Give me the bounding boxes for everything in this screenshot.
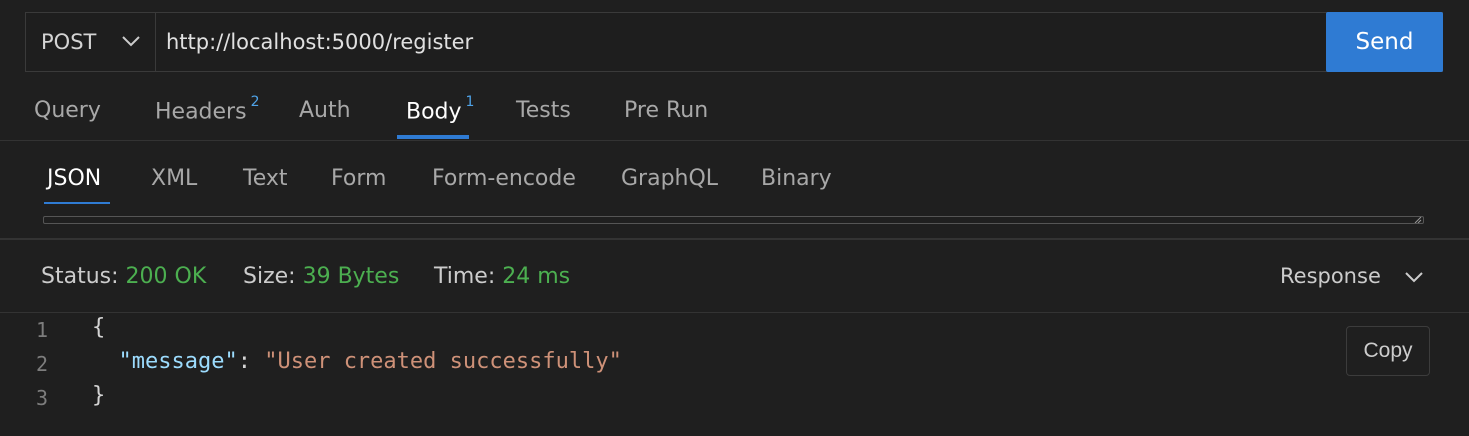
- tab-label: Headers: [155, 99, 247, 125]
- tab-tests[interactable]: Tests: [516, 98, 571, 123]
- subtab-form-encode[interactable]: Form-encode: [432, 166, 576, 191]
- json-string-value: "User created successfully": [264, 349, 622, 374]
- code-line: }: [92, 383, 105, 408]
- time-value: 24 ms: [502, 264, 571, 289]
- subtab-text[interactable]: Text: [243, 166, 288, 191]
- json-brace: }: [92, 383, 106, 408]
- status-stat: Status: 200 OK: [41, 264, 206, 289]
- subtab-xml[interactable]: XML: [151, 166, 197, 191]
- tab-auth[interactable]: Auth: [299, 98, 351, 123]
- tab-pre-run[interactable]: Pre Run: [624, 98, 708, 123]
- active-subtab-indicator: [44, 202, 110, 204]
- json-brace: {: [92, 315, 106, 340]
- size-label: Size:: [243, 264, 296, 289]
- tab-label: Body: [406, 99, 462, 125]
- chevron-down-icon[interactable]: [1404, 270, 1424, 284]
- status-label: Status:: [41, 264, 119, 289]
- request-bar: POST http://localhost:5000/register Send: [25, 12, 1443, 72]
- status-value: 200 OK: [125, 264, 207, 289]
- copy-button[interactable]: Copy: [1346, 326, 1430, 376]
- time-label: Time:: [434, 264, 496, 289]
- subtab-graphql[interactable]: GraphQL: [621, 166, 718, 191]
- url-input[interactable]: http://localhost:5000/register: [156, 13, 1326, 71]
- chevron-down-icon: [122, 36, 140, 47]
- active-tab-indicator: [397, 135, 469, 139]
- request-tabs: Query Headers 2 Auth Body 1 Tests Pre Run: [0, 84, 1469, 141]
- code-line: "message": "User created successfully": [92, 349, 622, 374]
- subtab-form[interactable]: Form: [331, 166, 386, 191]
- body-editor[interactable]: [43, 216, 1424, 224]
- send-button[interactable]: Send: [1326, 12, 1443, 72]
- response-body: 1 { 2 "message": "User created successfu…: [0, 312, 1469, 436]
- resize-handle-icon[interactable]: [1414, 217, 1422, 223]
- line-number: 1: [35, 318, 48, 342]
- tab-label: Query: [34, 98, 101, 123]
- line-number: 3: [35, 386, 48, 410]
- json-separator: :: [237, 349, 265, 374]
- time-stat: Time: 24 ms: [434, 264, 570, 289]
- size-value: 39 Bytes: [302, 264, 400, 289]
- code-line: {: [92, 315, 105, 340]
- tab-body[interactable]: Body 1: [406, 94, 474, 125]
- tab-badge: 2: [250, 94, 260, 110]
- tab-badge: 1: [465, 94, 475, 110]
- tab-label: Tests: [516, 98, 571, 123]
- response-view-select[interactable]: Response: [1280, 264, 1381, 288]
- size-stat: Size: 39 Bytes: [243, 264, 399, 289]
- tab-query[interactable]: Query: [34, 98, 101, 123]
- tab-headers[interactable]: Headers 2: [155, 94, 260, 125]
- subtab-binary[interactable]: Binary: [761, 166, 832, 191]
- method-value: POST: [41, 30, 97, 54]
- method-select[interactable]: POST: [26, 13, 156, 71]
- tab-label: Auth: [299, 98, 351, 123]
- response-status-bar: Status: 200 OK Size: 39 Bytes Time: 24 m…: [0, 240, 1469, 313]
- body-type-tabs: JSON XML Text Form Form-encode GraphQL B…: [0, 156, 1469, 216]
- line-number: 2: [35, 352, 48, 376]
- json-key: "message": [118, 349, 238, 374]
- tab-label: Pre Run: [624, 98, 709, 123]
- subtab-json[interactable]: JSON: [47, 166, 101, 191]
